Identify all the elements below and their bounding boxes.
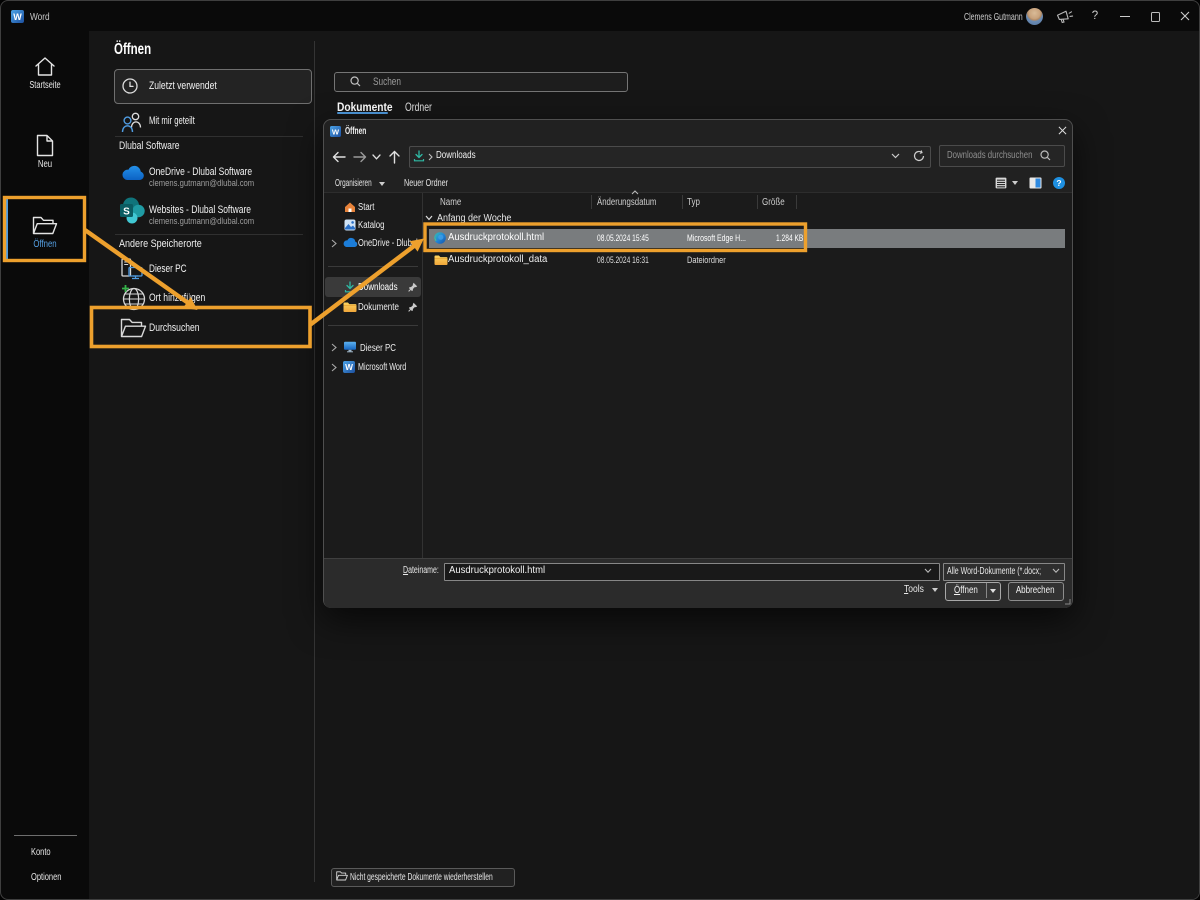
svg-text:W: W xyxy=(345,362,353,372)
svg-text:W: W xyxy=(13,12,22,22)
svg-text:?: ? xyxy=(1056,178,1061,188)
svg-text:S: S xyxy=(123,206,130,217)
svg-text:W: W xyxy=(332,127,340,136)
